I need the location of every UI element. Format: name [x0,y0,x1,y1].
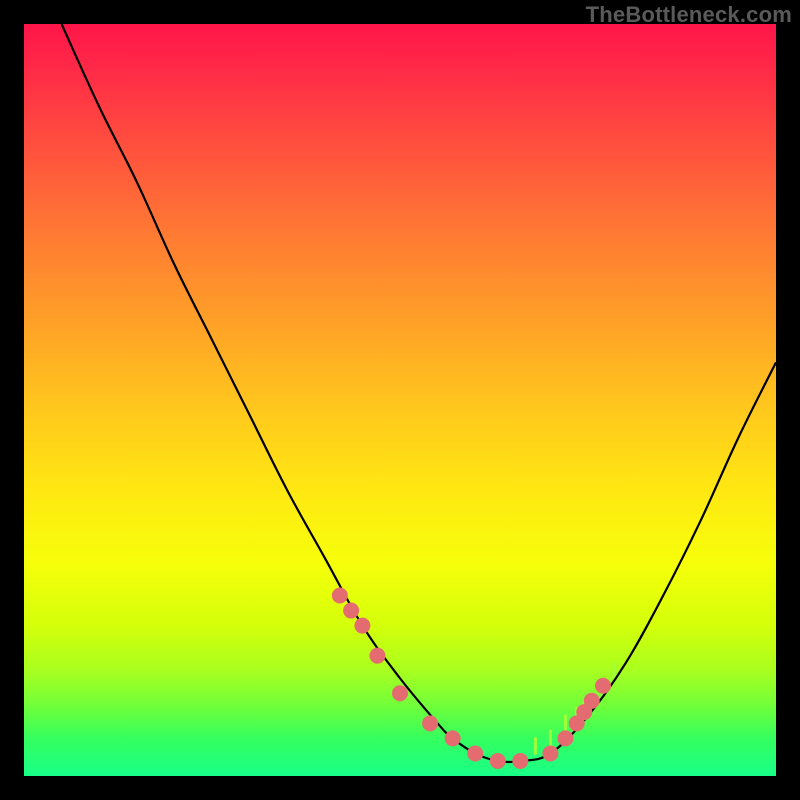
highlight-dots-layer [332,588,611,769]
highlight-dot [467,745,483,761]
chart-frame: TheBottleneck.com [0,0,800,800]
highlight-dot [512,753,528,769]
highlight-dot [354,618,370,634]
highlight-dot [557,730,573,746]
highlight-dot [392,685,408,701]
ticks-layer [535,663,614,753]
highlight-dot [542,745,558,761]
highlight-dot [584,693,600,709]
highlight-dot [490,753,506,769]
plot-area [24,24,776,776]
highlight-dot [332,588,348,604]
bottleneck-curve [62,24,776,762]
highlight-dot [422,715,438,731]
highlight-dot [343,603,359,619]
highlight-dot [445,730,461,746]
highlight-dot [595,678,611,694]
chart-overlay [24,24,776,776]
highlight-dot [369,648,385,664]
